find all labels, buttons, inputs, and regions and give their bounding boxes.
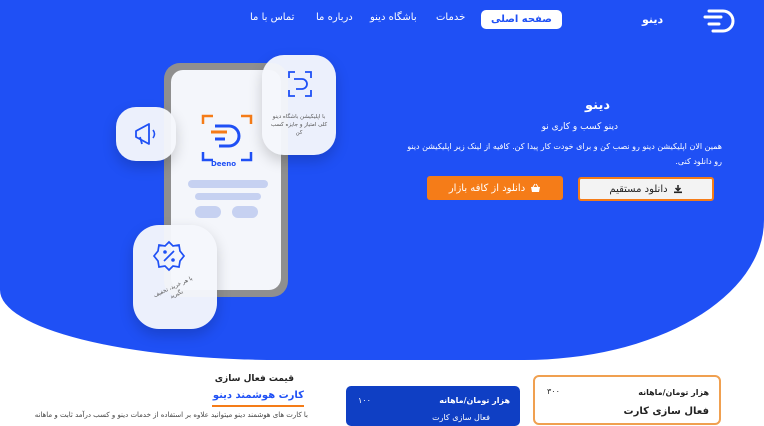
pricing-section-subtitle: کارت هوشمند دینو: [212, 390, 304, 401]
pricing-card-orange[interactable]: ۳۰۰ هزار تومان/ماهانه فعال سازی کارت: [533, 375, 721, 425]
hero-description: همین الان اپلیکیشن دینو رو نصب کن و برای…: [407, 142, 722, 166]
hero-subtitle: دینو کسب و کاری نو: [541, 122, 618, 132]
nav-services[interactable]: خدمات: [436, 12, 465, 23]
direct-download-label: دانلود مستقیم: [609, 183, 668, 195]
club-bubble: با اپلیکیشن باشگاه دینو کلی امتیاز و جای…: [262, 55, 336, 155]
shopping-basket-icon: [531, 183, 541, 192]
logo-icon: [703, 9, 735, 33]
hero-title: دینو: [584, 98, 610, 113]
logo-text: دینو: [642, 13, 664, 26]
placeholder-bar: [188, 180, 268, 188]
blue-card-unit: هزار تومان/ماهانه: [439, 396, 510, 405]
discount-bubble-text: با هر خرید، تخفیف بگیرید: [152, 275, 194, 301]
brand-logo[interactable]: دینو: [642, 6, 737, 36]
club-bubble-text: با اپلیکیشن باشگاه دینو کلی امتیاز و جای…: [270, 114, 328, 136]
orange-card-unit: هزار تومان/ماهانه: [638, 388, 709, 397]
nav-home[interactable]: صفحه اصلی: [481, 10, 562, 29]
orange-card-value: ۳۰۰: [547, 387, 560, 396]
placeholder-bar: [195, 206, 221, 218]
nav-about[interactable]: درباره ما: [316, 12, 353, 23]
discount-bubble: با هر خرید، تخفیف بگیرید: [133, 225, 217, 329]
phone-brand-text: Deeno: [211, 160, 237, 168]
nav-contact[interactable]: تماس با ما: [250, 12, 294, 23]
megaphone-bubble: [116, 107, 176, 161]
hero-section: دینو صفحه اصلی خدمات باشگاه دینو درباره …: [0, 0, 764, 360]
download-icon: [673, 185, 682, 194]
megaphone-icon: [135, 123, 156, 145]
placeholder-bar: [195, 193, 261, 200]
direct-download-button[interactable]: دانلود مستقیم: [578, 177, 714, 201]
discount-badge-icon: [152, 240, 186, 272]
top-navigation: دینو صفحه اصلی خدمات باشگاه دینو درباره …: [0, 0, 764, 40]
deeno-logo-icon: [201, 114, 253, 162]
scan-logo-icon: [288, 71, 312, 97]
blue-card-label: فعال سازی کارت: [432, 413, 490, 422]
pricing-section-description: با کارت های هوشمند دینو میتوانید علاوه ب…: [34, 411, 308, 419]
orange-card-label: فعال سازی کارت: [623, 406, 709, 417]
cafe-bazaar-download-button[interactable]: دانلود از کافه بازار: [427, 176, 563, 200]
placeholder-bar: [232, 206, 258, 218]
subtitle-underline: [212, 405, 304, 407]
pricing-section-title: قیمت فعال سازی: [214, 374, 294, 384]
cafe-bazaar-label: دانلود از کافه بازار: [448, 182, 526, 194]
pricing-card-blue[interactable]: ۱۰۰ هزار تومان/ماهانه فعال سازی کارت: [346, 386, 520, 426]
blue-card-value: ۱۰۰: [358, 396, 371, 405]
nav-deeno-club[interactable]: باشگاه دینو: [370, 12, 417, 23]
